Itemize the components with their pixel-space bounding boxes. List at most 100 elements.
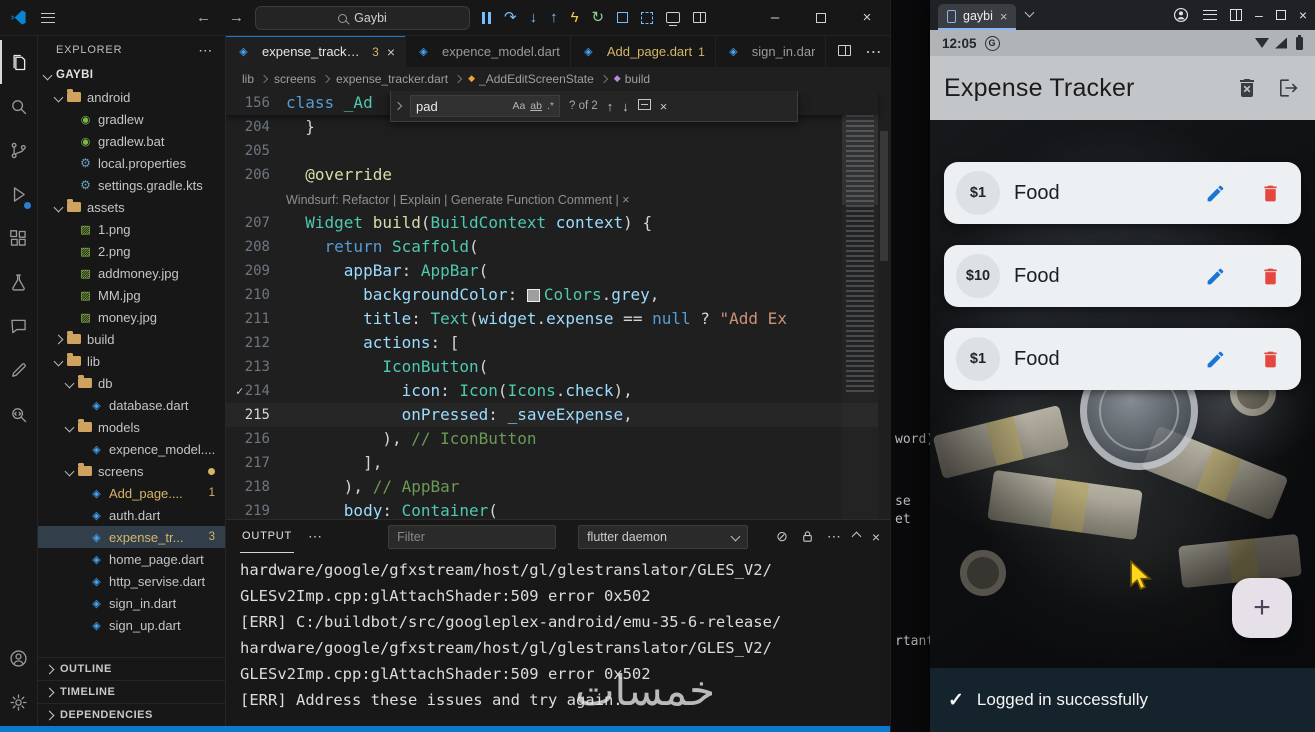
- more-actions-icon[interactable]: ⋯: [865, 42, 881, 62]
- code-search-icon[interactable]: [0, 392, 38, 436]
- hot-restart-icon[interactable]: ↻: [592, 10, 605, 25]
- tree-file-2.png[interactable]: ▨ 2.png: [38, 240, 225, 262]
- tree-folder-screens[interactable]: screens: [38, 460, 225, 482]
- edit-button[interactable]: [1201, 179, 1230, 208]
- minimize-button[interactable]: –: [1255, 7, 1263, 23]
- minimap[interactable]: [842, 91, 878, 519]
- delete-button[interactable]: [1256, 262, 1285, 291]
- section-timeline[interactable]: TIMELINE: [38, 680, 225, 703]
- section-outline[interactable]: OUTLINE: [38, 657, 225, 680]
- scrollbar-thumb[interactable]: [880, 131, 888, 261]
- step-over-icon[interactable]: ↷: [504, 10, 517, 25]
- emulator-tab[interactable]: gaybi ×: [938, 4, 1017, 30]
- minimap-slider[interactable]: [842, 109, 878, 205]
- breadcrumb-item[interactable]: lib: [242, 72, 254, 86]
- tab-Add_page.dart[interactable]: ◈ Add_page.dart 1: [570, 36, 716, 67]
- close-button[interactable]: ×: [1299, 7, 1307, 23]
- tree-folder-db[interactable]: db: [38, 372, 225, 394]
- back-icon[interactable]: ←: [196, 9, 211, 26]
- regex-icon[interactable]: .*: [547, 100, 554, 112]
- find-input[interactable]: [416, 98, 508, 114]
- run-debug-icon[interactable]: [0, 172, 38, 216]
- match-case-icon[interactable]: Aa: [512, 100, 525, 112]
- explorer-tree[interactable]: GAYBI android ◉ gradlew ◉ gradlew.bat ⚙ local.p…: [38, 64, 225, 657]
- maximize-button[interactable]: [1275, 10, 1286, 20]
- delete-all-button[interactable]: [1235, 76, 1259, 100]
- tree-file-money.jpg[interactable]: ▨ money.jpg: [38, 306, 225, 328]
- tree-file-gradlew.bat[interactable]: ◉ gradlew.bat: [38, 130, 225, 152]
- account-icon[interactable]: [0, 636, 38, 680]
- tree-folder-assets[interactable]: assets: [38, 196, 225, 218]
- edit-icon[interactable]: [0, 348, 38, 392]
- explorer-icon[interactable]: [0, 40, 38, 84]
- add-expense-fab[interactable]: +: [1232, 578, 1292, 638]
- minimize-button[interactable]: –: [752, 0, 798, 35]
- tree-folder-build[interactable]: build: [38, 328, 225, 350]
- tree-folder-android[interactable]: android: [38, 86, 225, 108]
- delete-button[interactable]: [1256, 345, 1285, 374]
- tree-file-local.properties[interactable]: ⚙ local.properties: [38, 152, 225, 174]
- tree-file-1.png[interactable]: ▨ 1.png: [38, 218, 225, 240]
- tree-file-http_servise.dart[interactable]: ◈ http_servise.dart: [38, 570, 225, 592]
- extensions-icon[interactable]: [0, 216, 38, 260]
- breadcrumb-item[interactable]: ◆ _AddEditScreenState: [468, 72, 594, 86]
- testing-icon[interactable]: [0, 260, 38, 304]
- close-icon[interactable]: ×: [387, 44, 395, 60]
- more-actions-icon[interactable]: ⋯: [827, 528, 841, 545]
- lock-scroll-icon[interactable]: [800, 529, 815, 544]
- output-log[interactable]: hardware/google/gfxstream/host/gl/glestr…: [226, 553, 890, 726]
- layout-icon[interactable]: [1230, 9, 1243, 21]
- tree-file-auth.dart[interactable]: ◈ auth.dart: [38, 504, 225, 526]
- edit-button[interactable]: [1201, 262, 1230, 291]
- tree-file-expense_tr...[interactable]: ◈ expense_tr... 3: [38, 526, 225, 548]
- tree-file-Add_page....[interactable]: ◈ Add_page.... 1: [38, 482, 225, 504]
- expense-card[interactable]: $1 Food: [944, 162, 1301, 224]
- tab-expense_tracker.dart[interactable]: ◈ expense_tracker.dart 3 ×: [226, 36, 406, 67]
- output-channel-select[interactable]: flutter daemon: [578, 524, 749, 549]
- vertical-scrollbar[interactable]: [878, 91, 890, 519]
- logout-button[interactable]: [1277, 76, 1301, 100]
- edit-button[interactable]: [1201, 345, 1230, 374]
- more-actions-icon[interactable]: ⋯: [198, 42, 213, 59]
- step-out-icon[interactable]: ↑: [550, 10, 558, 25]
- tree-folder-lib[interactable]: lib: [38, 350, 225, 372]
- close-icon[interactable]: ×: [1000, 9, 1008, 24]
- whole-word-icon[interactable]: ab: [530, 100, 542, 112]
- layout-panel-icon[interactable]: [666, 12, 681, 26]
- breadcrumb-item[interactable]: expense_tracker.dart: [336, 72, 448, 86]
- chevron-down-icon[interactable]: [1025, 7, 1035, 17]
- split-editor-layout-icon[interactable]: [693, 12, 707, 23]
- next-match-icon[interactable]: ↓: [622, 99, 629, 114]
- menu-icon[interactable]: [41, 12, 55, 23]
- previous-match-icon[interactable]: ↑: [607, 99, 614, 114]
- find-in-selection-icon[interactable]: [637, 97, 651, 115]
- forward-icon[interactable]: →: [229, 9, 244, 26]
- step-into-icon[interactable]: ↓: [530, 10, 538, 25]
- stop-icon[interactable]: [617, 12, 629, 23]
- tree-file-database.dart[interactable]: ◈ database.dart: [38, 394, 225, 416]
- menu-icon[interactable]: [1203, 10, 1218, 20]
- more-actions-icon[interactable]: ⋯: [308, 528, 322, 545]
- tree-root[interactable]: GAYBI: [38, 64, 225, 86]
- expense-card[interactable]: $10 Food: [944, 245, 1301, 307]
- chat-icon[interactable]: [0, 304, 38, 348]
- attach-debugger-icon[interactable]: [641, 11, 654, 24]
- delete-button[interactable]: [1256, 179, 1285, 208]
- command-center-search[interactable]: Gaybi: [255, 6, 470, 30]
- tree-file-home_page.dart[interactable]: ◈ home_page.dart: [38, 548, 225, 570]
- settings-icon[interactable]: [0, 680, 38, 724]
- tree-file-MM.jpg[interactable]: ▨ MM.jpg: [38, 284, 225, 306]
- breadcrumb-item[interactable]: screens: [274, 72, 316, 86]
- close-button[interactable]: ×: [844, 0, 890, 35]
- search-icon[interactable]: [0, 84, 38, 128]
- code-editor[interactable]: 156 class _Ad 204 } 205 206 @override Windsur…: [226, 91, 890, 519]
- tree-folder-models[interactable]: models: [38, 416, 225, 438]
- maximize-button[interactable]: [798, 0, 844, 35]
- split-editor-icon[interactable]: [838, 43, 852, 61]
- source-control-icon[interactable]: [0, 128, 38, 172]
- tree-file-settings.gradle.kts[interactable]: ⚙ settings.gradle.kts: [38, 174, 225, 196]
- tree-file-gradlew[interactable]: ◉ gradlew: [38, 108, 225, 130]
- tree-file-sign_up.dart[interactable]: ◈ sign_up.dart: [38, 614, 225, 636]
- close-find-icon[interactable]: ×: [660, 99, 668, 114]
- tree-file-expence_model....[interactable]: ◈ expence_model....: [38, 438, 225, 460]
